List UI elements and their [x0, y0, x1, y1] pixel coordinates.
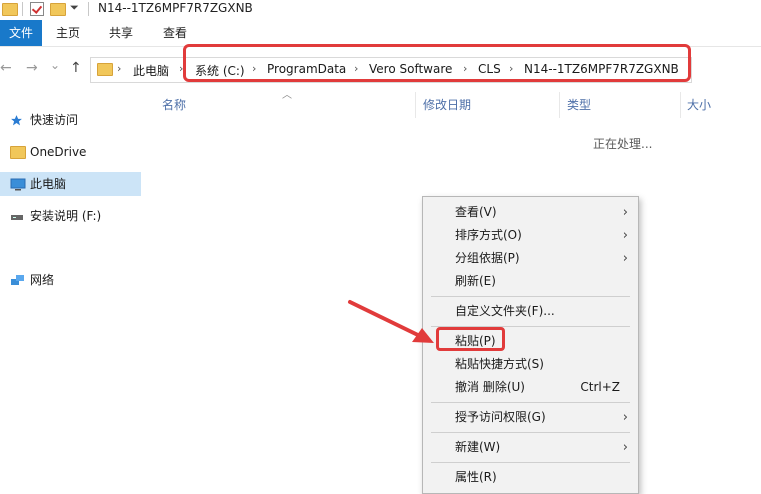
- sidebar-item-label: 快速访问: [30, 113, 79, 127]
- sidebar-item-install-drive[interactable]: 安装说明 (F:): [0, 204, 141, 228]
- red-arrow-icon: [348, 300, 434, 343]
- computer-icon: [10, 178, 26, 191]
- menu-item-customize-folder[interactable]: 自定义文件夹(F)...: [423, 300, 638, 323]
- menu-item-label: 粘贴快捷方式(S): [455, 357, 544, 371]
- address-folder-icon: [97, 63, 113, 76]
- column-divider[interactable]: [415, 92, 416, 118]
- sort-ascending-icon: ︿: [282, 90, 292, 101]
- submenu-arrow-icon: ›: [622, 251, 628, 266]
- window-title: N14--1TZ6MPF7R7ZGXNB: [98, 1, 253, 15]
- tab-file[interactable]: 文件: [0, 20, 42, 46]
- properties-check-icon[interactable]: [30, 2, 44, 16]
- column-header-name[interactable]: 名称: [162, 96, 186, 113]
- menu-item-undo-delete[interactable]: 撤消 删除(U) Ctrl+Z: [423, 376, 638, 399]
- up-arrow-icon[interactable]: ↑: [70, 60, 82, 76]
- sidebar-item-this-pc[interactable]: 此电脑: [0, 172, 141, 196]
- tab-view[interactable]: 查看: [161, 20, 189, 46]
- star-icon: [11, 115, 22, 126]
- breadcrumb-separator[interactable]: ›: [117, 62, 121, 75]
- folder-icon: [2, 3, 18, 16]
- submenu-arrow-icon: ›: [622, 410, 628, 425]
- tab-share[interactable]: 共享: [107, 20, 135, 46]
- menu-separator: [431, 432, 630, 433]
- submenu-arrow-icon: ›: [622, 228, 628, 243]
- menu-item-label: 自定义文件夹(F)...: [455, 304, 555, 318]
- submenu-arrow-icon: ›: [622, 205, 628, 220]
- sidebar-item-label: 此电脑: [30, 177, 67, 191]
- column-divider[interactable]: [680, 92, 681, 118]
- menu-separator: [431, 402, 630, 403]
- menu-item-label: 属性(R): [455, 470, 497, 484]
- folder-icon: [10, 146, 26, 159]
- processing-status: 正在处理...: [593, 137, 653, 151]
- title-separator: [22, 2, 23, 16]
- breadcrumb-this-pc[interactable]: 此电脑: [133, 62, 169, 79]
- column-header-date[interactable]: 修改日期: [423, 96, 471, 113]
- title-separator: [88, 2, 89, 16]
- sidebar-item-quick-access[interactable]: 快速访问: [0, 108, 141, 132]
- recent-locations-dropdown-icon[interactable]: ⌄: [50, 58, 60, 72]
- column-header-type[interactable]: 类型: [567, 96, 591, 113]
- sidebar-item-label: 网络: [30, 273, 55, 287]
- menu-separator: [431, 462, 630, 463]
- menu-item-label: 查看(V): [455, 205, 497, 219]
- sidebar-item-network[interactable]: 网络: [0, 268, 141, 292]
- forward-arrow-icon[interactable]: →: [26, 60, 38, 76]
- column-header-size[interactable]: 大小: [687, 96, 711, 113]
- ribbon-tabs: 文件 主页 共享 查看: [0, 20, 761, 47]
- menu-separator: [431, 296, 630, 297]
- menu-item-label: 分组依据(P): [455, 251, 520, 265]
- menu-item-properties[interactable]: 属性(R): [423, 466, 638, 489]
- drive-icon: [11, 215, 23, 220]
- tab-home[interactable]: 主页: [54, 20, 82, 46]
- menu-item-new[interactable]: 新建(W) ›: [423, 436, 638, 459]
- submenu-arrow-icon: ›: [622, 440, 628, 455]
- network-icon: [11, 275, 24, 285]
- menu-item-view[interactable]: 查看(V) ›: [423, 201, 638, 224]
- column-divider[interactable]: [559, 92, 560, 118]
- menu-item-label: 排序方式(O): [455, 228, 522, 242]
- new-folder-icon[interactable]: [50, 3, 66, 16]
- menu-item-label: 刷新(E): [455, 274, 496, 288]
- sidebar-item-label: 安装说明 (F:): [30, 209, 102, 223]
- paste-highlight-box: [436, 327, 505, 351]
- sidebar-item-onedrive[interactable]: OneDrive: [0, 140, 141, 164]
- quick-access-dropdown-icon[interactable]: ⏷: [70, 1, 79, 15]
- menu-item-sort-by[interactable]: 排序方式(O) ›: [423, 224, 638, 247]
- menu-item-group-by[interactable]: 分组依据(P) ›: [423, 247, 638, 270]
- menu-item-label: 撤消 删除(U): [455, 380, 525, 394]
- menu-item-paste-shortcut[interactable]: 粘贴快捷方式(S): [423, 353, 638, 376]
- menu-item-label: 授予访问权限(G): [455, 410, 546, 424]
- menu-item-label: 新建(W): [455, 440, 501, 454]
- menu-item-shortcut: Ctrl+Z: [580, 380, 620, 394]
- menu-item-refresh[interactable]: 刷新(E): [423, 270, 638, 293]
- back-arrow-icon[interactable]: ←: [0, 60, 12, 76]
- address-highlight-box: [183, 44, 691, 82]
- sidebar-item-label: OneDrive: [30, 145, 87, 159]
- menu-item-give-access[interactable]: 授予访问权限(G) ›: [423, 406, 638, 429]
- title-bar: ⏷ N14--1TZ6MPF7R7ZGXNB: [0, 0, 761, 20]
